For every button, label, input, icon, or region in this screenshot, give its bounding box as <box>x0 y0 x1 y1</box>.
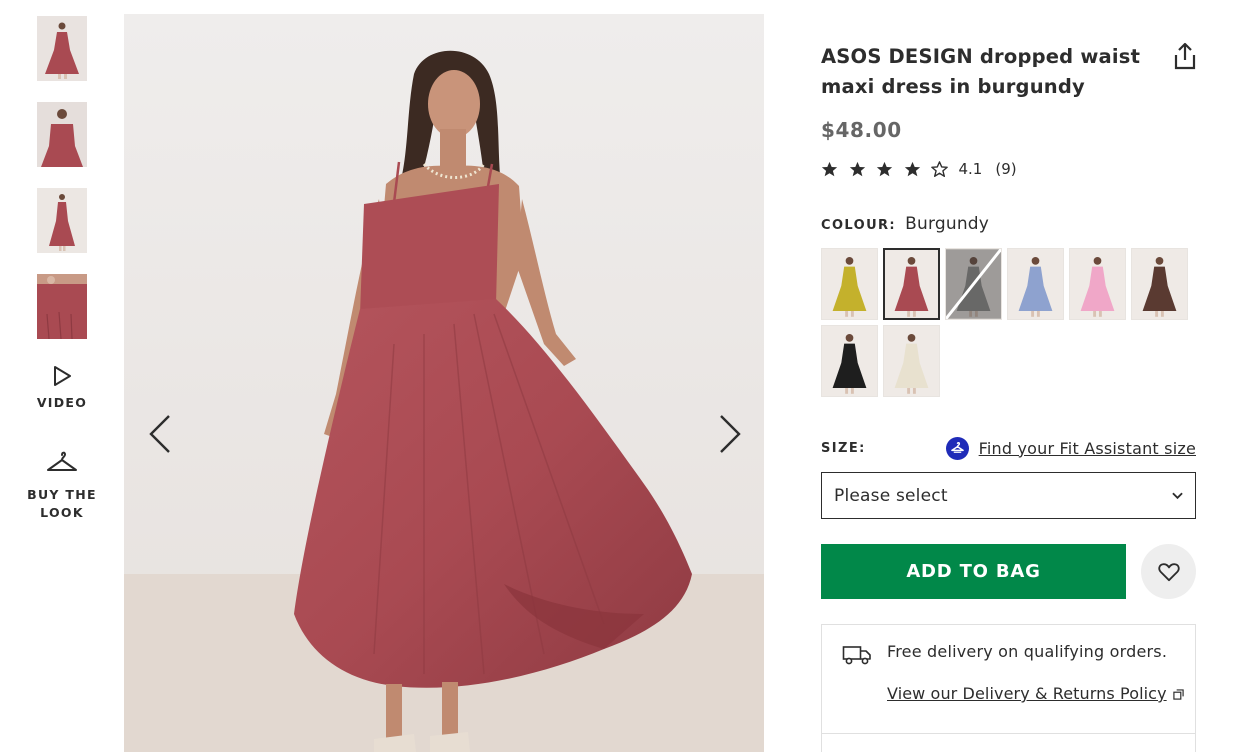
size-select[interactable]: Please select <box>821 472 1196 519</box>
colour-swatch-grey-print[interactable] <box>945 248 1002 320</box>
swatch-image <box>1132 249 1187 319</box>
play-icon <box>54 366 71 386</box>
size-label: SIZE: <box>821 440 866 456</box>
free-delivery-text: Free delivery on qualifying orders. <box>887 642 1168 661</box>
save-for-later-button[interactable] <box>1141 544 1196 599</box>
product-photo <box>124 14 764 752</box>
product-title: ASOS DESIGN dropped waist maxi dress in … <box>821 45 1141 98</box>
colour-swatch-blue[interactable] <box>1007 248 1064 320</box>
main-product-image <box>124 14 764 752</box>
product-info-panel: ASOS DESIGN dropped waist maxi dress in … <box>821 42 1196 752</box>
colour-swatch-brown[interactable] <box>1131 248 1188 320</box>
size-select-value: Please select <box>834 485 948 506</box>
thumbnail-2[interactable] <box>37 102 87 167</box>
add-to-bag-button[interactable]: ADD TO BAG <box>821 544 1126 599</box>
out-of-stock-overlay <box>946 249 1001 319</box>
fit-assistant-icon <box>945 436 969 460</box>
video-button[interactable]: VIDEO <box>12 364 112 412</box>
chevron-down-icon <box>1172 492 1183 499</box>
colour-swatches <box>821 248 1193 402</box>
heart-icon <box>1157 562 1180 581</box>
star-icon <box>876 161 893 176</box>
purchase-row: ADD TO BAG <box>821 544 1196 599</box>
rating-score: 4.1 <box>958 160 983 178</box>
thumbnail-1[interactable] <box>37 16 87 81</box>
buy-the-look-button[interactable]: BUY THE LOOK <box>12 450 112 522</box>
rating-summary[interactable]: 4.1 (9) <box>821 159 1196 179</box>
product-price: $48.00 <box>821 118 902 142</box>
star-outline-icon <box>931 160 948 177</box>
chevron-right-icon <box>720 415 741 453</box>
chevron-left-icon <box>149 415 170 453</box>
fit-assistant-link[interactable]: Find your Fit Assistant size <box>945 436 1196 460</box>
colour-swatch-pink[interactable] <box>1069 248 1126 320</box>
swatch-image <box>822 326 877 396</box>
thumbnail-3[interactable] <box>37 188 87 253</box>
share-icon <box>1174 42 1196 70</box>
star-icon <box>821 161 838 176</box>
colour-label: COLOUR: <box>821 218 897 233</box>
fit-assistant-text[interactable]: Find your Fit Assistant size <box>979 439 1196 458</box>
previous-image-button[interactable] <box>142 414 182 454</box>
colour-swatch-burgundy[interactable] <box>883 248 940 320</box>
colour-swatch-black[interactable] <box>821 325 878 397</box>
buy-the-look-label: BUY THE LOOK <box>27 487 97 520</box>
swatch-image <box>822 249 877 319</box>
external-link-icon <box>1172 689 1184 700</box>
colour-value: Burgundy <box>905 214 990 234</box>
thumbnail-strip <box>37 16 87 360</box>
colour-row: COLOUR: Burgundy <box>821 214 1196 234</box>
colour-swatch-mustard[interactable] <box>821 248 878 320</box>
next-image-button[interactable] <box>708 414 748 454</box>
share-button[interactable] <box>1173 42 1197 70</box>
swatch-image <box>1008 249 1063 319</box>
rating-count[interactable]: (9) <box>995 160 1016 178</box>
delivery-divider <box>822 733 1195 734</box>
size-row: SIZE: Find your Fit Assistant size <box>821 435 1196 461</box>
delivery-info-box: Free delivery on qualifying orders. View… <box>821 624 1196 752</box>
delivery-returns-policy-link[interactable]: View our Delivery & Returns Policy <box>887 684 1184 703</box>
truck-icon <box>842 646 871 665</box>
swatch-image <box>884 249 939 319</box>
thumbnail-4[interactable] <box>37 274 87 339</box>
star-icon <box>849 161 865 176</box>
delivery-returns-policy-label: View our Delivery & Returns Policy <box>887 684 1167 703</box>
star-icon <box>904 161 920 176</box>
swatch-image <box>884 326 939 396</box>
hanger-icon <box>47 451 77 471</box>
swatch-image <box>1070 249 1125 319</box>
video-label: VIDEO <box>36 395 88 410</box>
colour-swatch-floral-print[interactable] <box>883 325 940 397</box>
